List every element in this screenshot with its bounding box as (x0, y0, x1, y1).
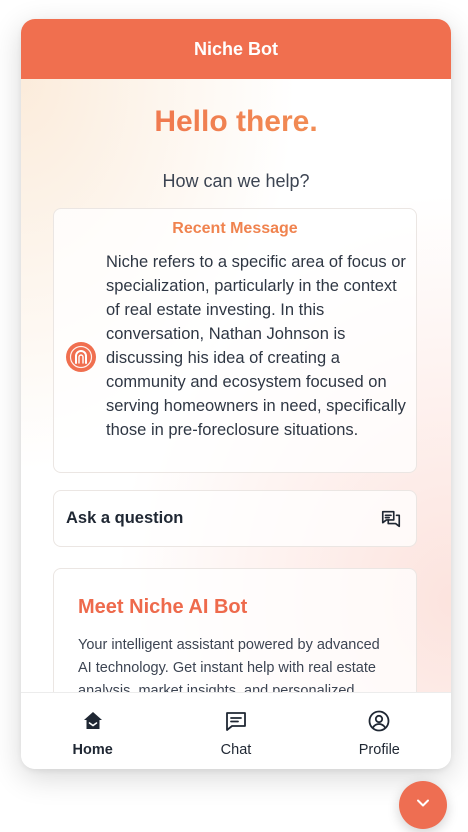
nav-home[interactable]: Home (21, 693, 164, 769)
chevron-down-icon (413, 793, 433, 818)
niche-logo-icon (66, 342, 96, 372)
widget-header: Niche Bot (21, 19, 451, 79)
nav-chat-label: Chat (220, 741, 252, 758)
collapse-chat-button[interactable] (399, 781, 447, 829)
chat-icon (224, 705, 248, 738)
bottom-nav: Home Chat Profile (21, 692, 451, 769)
recent-message-title: Recent Message (172, 220, 298, 237)
ask-question-label: Ask a question (66, 509, 184, 527)
widget-title: Niche Bot (193, 38, 278, 59)
help-subtitle: How can we help? (162, 171, 310, 191)
home-icon (81, 705, 105, 738)
nav-home-label: Home (72, 741, 113, 758)
recent-message-text: Niche refers to a specific area of focus… (106, 253, 406, 439)
nav-chat[interactable]: Chat (164, 693, 307, 769)
ask-question-input[interactable]: Ask a question (53, 490, 417, 547)
greeting-heading: Hello there. (21, 105, 451, 139)
user-circle-icon (367, 705, 391, 738)
recent-message-card[interactable]: Recent Message Niche refers to a specifi… (53, 208, 417, 473)
nav-profile-label: Profile (358, 741, 400, 758)
nav-profile[interactable]: Profile (308, 693, 451, 769)
meet-bot-card: Meet Niche AI Bot Your intelligent assis… (53, 568, 417, 693)
chat-widget: Niche Bot Hello there. How can we help? … (21, 19, 451, 769)
meet-bot-title: Meet Niche AI Bot (78, 596, 248, 618)
meet-bot-description: Your intelligent assistant powered by ad… (78, 637, 380, 693)
widget-body[interactable]: Hello there. How can we help? Recent Mes… (21, 79, 451, 693)
chat-bubbles-icon[interactable] (380, 508, 402, 530)
